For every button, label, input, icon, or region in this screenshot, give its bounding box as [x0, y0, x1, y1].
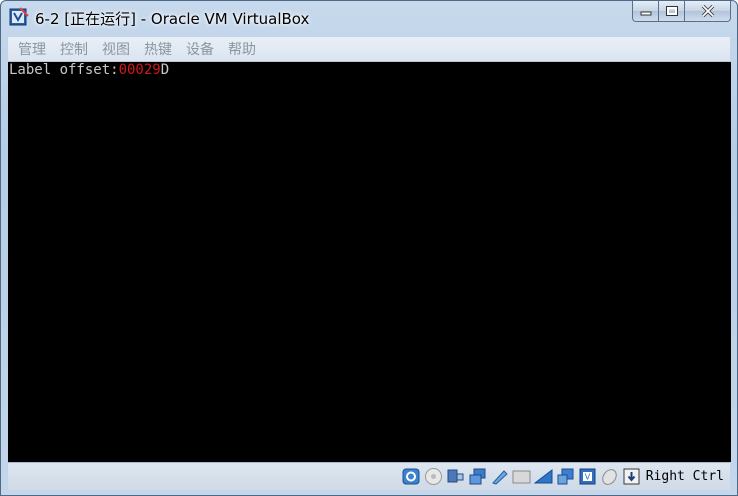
close-icon	[701, 5, 714, 17]
svg-text:V: V	[584, 472, 590, 481]
vm-display[interactable]: Label offset:00029D	[8, 62, 731, 462]
label-offset-text: Label offset:	[9, 62, 119, 78]
virtualbox-app-icon[interactable]	[9, 7, 29, 27]
menu-devices[interactable]: 设备	[181, 39, 219, 59]
menu-machine[interactable]: 管理	[13, 39, 51, 59]
status-bar: V Right Ctrl	[8, 462, 730, 490]
mouse-integration-icon[interactable]	[600, 467, 619, 486]
minimize-button[interactable]	[632, 1, 659, 22]
title-bar[interactable]: 6-2 [正在运行] - Oracle VM VirtualBox	[1, 1, 737, 35]
optical-disk-icon[interactable]	[424, 467, 443, 486]
minimize-icon	[640, 11, 651, 16]
video-capture-icon[interactable]	[533, 467, 553, 486]
guest-additions-icon[interactable]	[556, 467, 575, 486]
menu-bar: 管理 控制 视图 热键 设备 帮助	[8, 37, 730, 62]
cpu-icon[interactable]: V	[578, 467, 597, 486]
menu-control[interactable]: 控制	[55, 39, 93, 59]
keyboard-capture-icon[interactable]	[622, 467, 641, 486]
hard-disk-icon[interactable]	[402, 467, 421, 486]
network-icon[interactable]	[468, 467, 487, 486]
window-controls	[632, 1, 731, 23]
menu-view[interactable]: 视图	[97, 39, 135, 59]
usb-icon[interactable]	[446, 467, 465, 486]
host-key-label: Right Ctrl	[645, 468, 724, 484]
close-button[interactable]	[685, 1, 731, 22]
status-indicators: V Right Ctrl	[399, 466, 724, 486]
offset-value: 00029	[118, 62, 161, 78]
console-output-line: Label offset:00029D	[9, 62, 169, 78]
maximize-icon	[665, 6, 678, 16]
maximize-button[interactable]	[659, 1, 685, 22]
shared-folders-icon[interactable]	[490, 467, 509, 486]
menu-help[interactable]: 帮助	[223, 39, 261, 59]
menu-hotkeys[interactable]: 热键	[139, 39, 177, 59]
window-title: 6-2 [正在运行] - Oracle VM VirtualBox	[35, 10, 310, 28]
virtualbox-window: 6-2 [正在运行] - Oracle VM VirtualBox 管理 控制 …	[0, 0, 738, 496]
offset-suffix: D	[160, 62, 170, 78]
display-icon[interactable]	[512, 467, 531, 486]
